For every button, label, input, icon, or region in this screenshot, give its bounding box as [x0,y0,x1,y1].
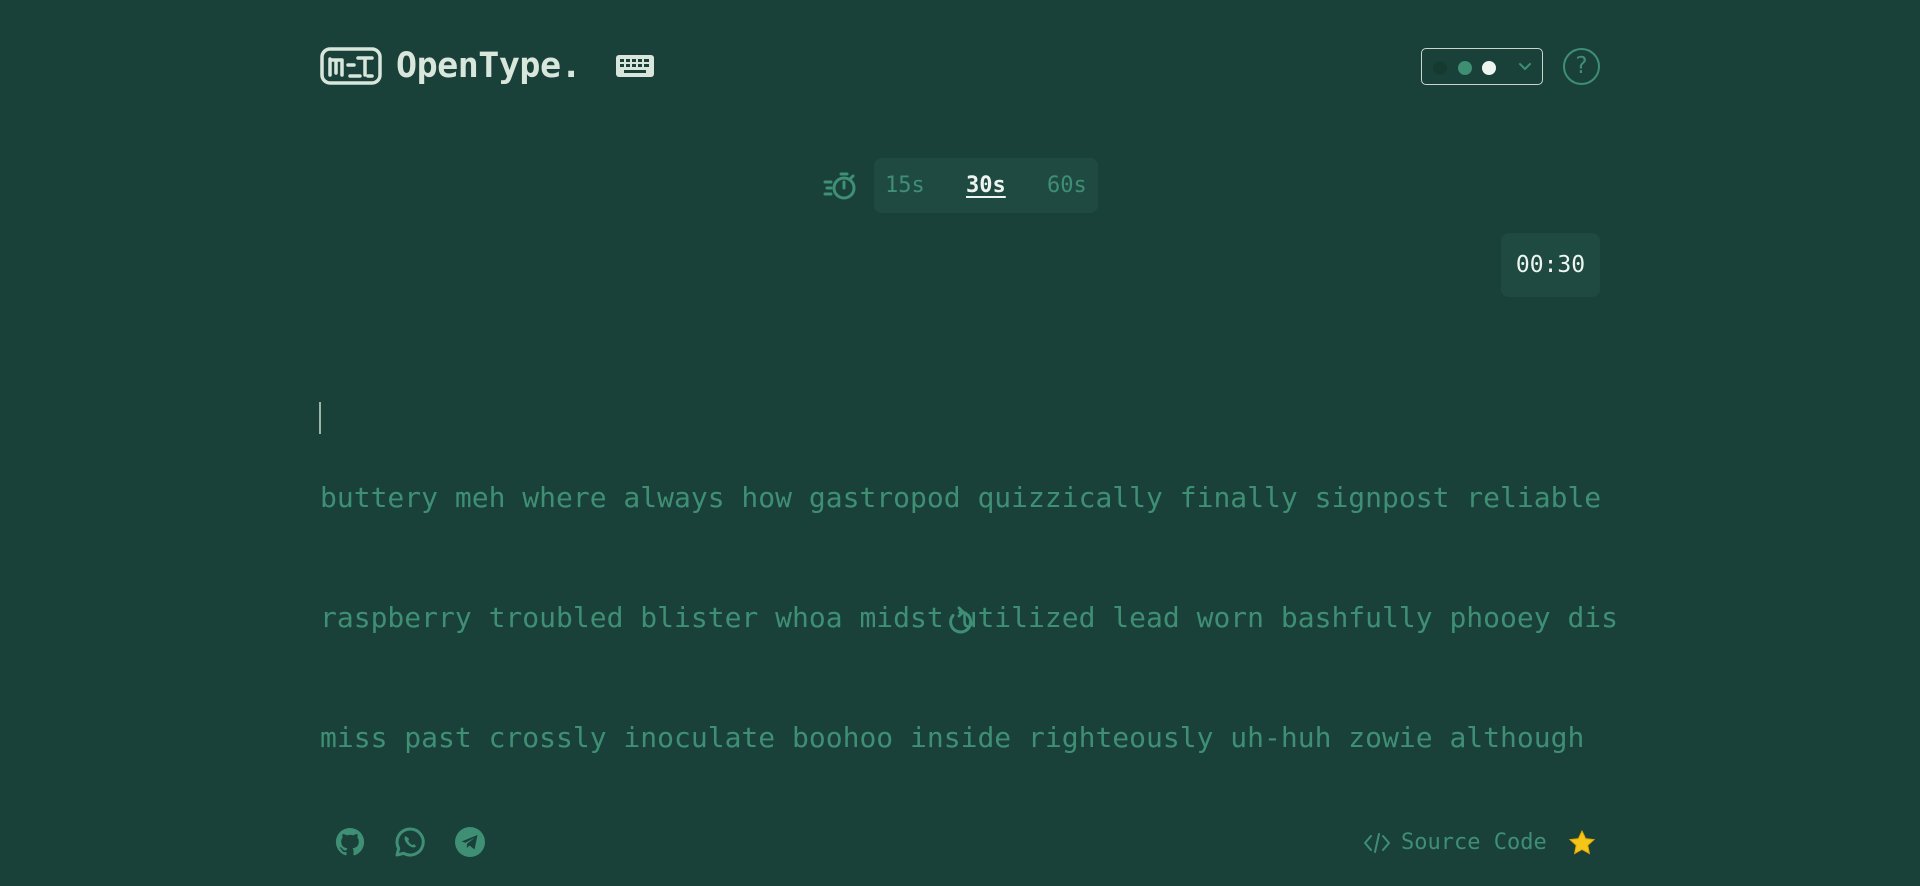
theme-picker[interactable] [1421,48,1543,85]
duration-option-15s[interactable]: 15s [885,158,925,213]
header: OpenType. ? [320,44,1600,88]
duration-option-60s[interactable]: 60s [1047,158,1087,213]
star-icon[interactable] [1568,829,1596,857]
whatsapp-icon[interactable] [394,826,426,858]
theme-swatch-light [1482,61,1496,75]
word-line: buttery meh where always how gastropod q… [320,481,1602,514]
word-line: miss past crossly inoculate boohoo insid… [320,721,1585,754]
typing-area[interactable]: buttery meh where always how gastropod q… [320,398,1618,798]
github-icon[interactable] [334,826,366,858]
theme-swatch-dark [1433,61,1447,75]
stopwatch-icon [823,172,856,200]
duration-selector: 15s 30s 60s [874,158,1098,213]
code-icon [1364,833,1390,853]
restart-icon[interactable] [944,606,976,638]
duration-option-30s[interactable]: 30s [966,158,1006,213]
source-code-label: Source Code [1401,830,1547,855]
keyboard-icon[interactable] [616,55,654,77]
keyboard-logo-icon[interactable] [320,47,382,85]
help-button[interactable]: ? [1563,48,1600,85]
theme-swatch-accent [1458,61,1472,75]
telegram-icon[interactable] [454,826,486,858]
app-name[interactable]: OpenType. [396,44,582,88]
chevron-down-icon [1519,63,1531,71]
countdown-timer: 00:30 [1501,233,1600,297]
